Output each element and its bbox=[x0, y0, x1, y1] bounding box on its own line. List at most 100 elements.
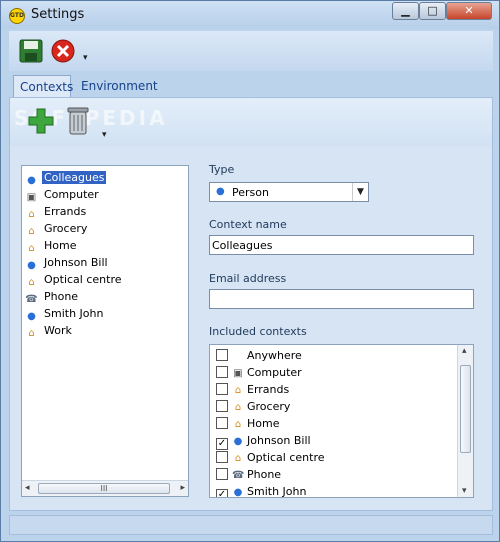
list-item[interactable]: ● Colleagues bbox=[25, 170, 107, 187]
list-item[interactable]: ● Smith John bbox=[25, 306, 105, 323]
title-bar[interactable]: GTD Settings ▁ □ ✕ bbox=[1, 1, 499, 29]
contexts-list[interactable]: ◂ III ▸ ● Colleagues ▣ Computer ⌂ Errands ⌂ Gro… bbox=[21, 165, 189, 497]
included-context-row[interactable]: Anywhere bbox=[216, 348, 302, 365]
place-icon: ⌂ bbox=[28, 277, 35, 288]
person-icon: ● bbox=[216, 186, 225, 197]
included-context-label: Home bbox=[247, 417, 280, 430]
included-context-row[interactable]: ✓ ● Smith John bbox=[216, 484, 307, 498]
horizontal-scrollbar[interactable]: ◂ III ▸ bbox=[22, 480, 188, 496]
status-bar bbox=[9, 515, 493, 535]
main-toolbar: ▾ bbox=[9, 31, 493, 71]
included-context-label: Errands bbox=[247, 383, 290, 396]
contexts-panel: SOFTPEDIA ▾ ◂ III ▸ ● Colleagues ▣ Compu… bbox=[9, 97, 493, 511]
included-context-row[interactable]: ⌂ Grocery bbox=[216, 399, 290, 416]
type-select[interactable]: ● Person ▼ bbox=[209, 182, 369, 202]
included-context-row[interactable]: ⌂ Home bbox=[216, 416, 279, 433]
checkbox[interactable] bbox=[216, 366, 228, 378]
included-context-row[interactable]: ⌂ Errands bbox=[216, 382, 289, 399]
add-context-button[interactable] bbox=[26, 106, 56, 136]
trash-icon bbox=[67, 107, 89, 135]
scroll-right-icon[interactable]: ▸ bbox=[180, 483, 185, 493]
place-icon: ⌂ bbox=[28, 226, 35, 237]
person-icon: ● bbox=[27, 311, 36, 322]
vertical-scrollbar[interactable]: ▴ ▾ bbox=[457, 345, 473, 497]
list-item[interactable]: ▣ Computer bbox=[25, 187, 101, 204]
list-item-label: Home bbox=[44, 239, 77, 252]
list-item-label: Optical centre bbox=[44, 273, 122, 286]
close-button[interactable]: ✕ bbox=[446, 2, 492, 20]
included-contexts-label: Included contexts bbox=[209, 325, 307, 338]
checkbox[interactable] bbox=[216, 400, 228, 412]
checkbox[interactable] bbox=[216, 451, 228, 463]
phone-icon: ☎ bbox=[232, 470, 245, 481]
type-select-value: Person bbox=[232, 186, 269, 199]
tab-strip: Contexts Environment bbox=[13, 75, 493, 98]
scroll-down-icon[interactable]: ▾ bbox=[462, 486, 467, 496]
list-item-label: Colleagues bbox=[42, 171, 107, 184]
list-item[interactable]: ⌂ Errands bbox=[25, 204, 88, 221]
person-icon: ● bbox=[27, 260, 36, 271]
place-icon: ⌂ bbox=[234, 402, 242, 413]
save-button[interactable] bbox=[17, 37, 45, 65]
list-item-label: Phone bbox=[44, 290, 79, 303]
included-context-label: Johnson Bill bbox=[247, 434, 311, 447]
tab-contexts[interactable]: Contexts bbox=[13, 75, 73, 98]
list-item-label: Errands bbox=[44, 205, 87, 218]
checkbox[interactable] bbox=[216, 349, 228, 361]
included-context-label: Optical centre bbox=[247, 451, 325, 464]
toolbar-overflow-icon[interactable]: ▾ bbox=[83, 53, 88, 63]
included-context-row[interactable]: ✓ ● Johnson Bill bbox=[216, 433, 311, 450]
app-logo-icon: GTD bbox=[9, 8, 25, 24]
email-label: Email address bbox=[209, 272, 287, 285]
plus-icon bbox=[28, 108, 54, 134]
checkbox[interactable]: ✓ bbox=[216, 489, 228, 497]
list-item[interactable]: ● Johnson Bill bbox=[25, 255, 110, 272]
cancel-icon bbox=[51, 39, 75, 63]
minimize-button[interactable]: ▁ bbox=[392, 2, 419, 20]
list-item-label: Grocery bbox=[44, 222, 88, 235]
included-context-row[interactable]: ⌂ Optical centre bbox=[216, 450, 325, 467]
scroll-up-icon[interactable]: ▴ bbox=[462, 346, 467, 356]
list-item[interactable]: ⌂ Optical centre bbox=[25, 272, 124, 289]
included-context-row[interactable]: ▣ Computer bbox=[216, 365, 302, 382]
checkbox[interactable]: ✓ bbox=[216, 438, 228, 450]
type-label: Type bbox=[209, 163, 235, 176]
chevron-down-icon[interactable]: ▼ bbox=[352, 183, 368, 201]
scroll-left-icon[interactable]: ◂ bbox=[25, 483, 30, 493]
scroll-thumb[interactable] bbox=[460, 365, 471, 453]
computer-icon: ▣ bbox=[233, 368, 243, 379]
checkbox[interactable] bbox=[216, 383, 228, 395]
included-context-label: Computer bbox=[247, 366, 302, 379]
list-item[interactable]: ☎ Phone bbox=[25, 289, 80, 306]
maximize-button[interactable]: □ bbox=[419, 2, 446, 20]
floppy-disk-icon bbox=[19, 39, 43, 63]
list-item[interactable]: ⌂ Home bbox=[25, 238, 78, 255]
contexts-toolbar-overflow-icon[interactable]: ▾ bbox=[102, 130, 107, 140]
list-item[interactable]: ⌂ Grocery bbox=[25, 221, 89, 238]
list-item[interactable]: ⌂ Work bbox=[25, 323, 74, 340]
place-icon: ⌂ bbox=[234, 385, 242, 396]
included-context-label: Smith John bbox=[247, 485, 307, 498]
checkbox[interactable] bbox=[216, 417, 228, 429]
list-item-label: Johnson Bill bbox=[44, 256, 108, 269]
included-context-row[interactable]: ☎ Phone bbox=[216, 467, 281, 484]
person-icon: ● bbox=[27, 175, 36, 186]
context-name-label: Context name bbox=[209, 218, 287, 231]
email-field[interactable] bbox=[209, 289, 474, 309]
place-icon: ⌂ bbox=[28, 243, 35, 254]
window-title: Settings bbox=[31, 7, 85, 22]
settings-window: GTD Settings ▁ □ ✕ ▾ Contexts Environmen… bbox=[0, 0, 500, 542]
tab-environment[interactable]: Environment bbox=[75, 75, 164, 98]
delete-context-button[interactable] bbox=[66, 104, 90, 136]
person-icon: ● bbox=[233, 436, 243, 447]
checkbox[interactable] bbox=[216, 468, 228, 480]
cancel-button[interactable] bbox=[49, 37, 77, 65]
place-icon: ⌂ bbox=[234, 419, 242, 430]
phone-icon: ☎ bbox=[25, 294, 38, 305]
included-context-label: Grocery bbox=[247, 400, 291, 413]
context-name-field[interactable]: Colleagues bbox=[209, 235, 474, 255]
list-item-label: Smith John bbox=[44, 307, 104, 320]
scroll-thumb[interactable]: III bbox=[38, 483, 170, 494]
place-icon: ⌂ bbox=[234, 453, 242, 464]
included-contexts-list[interactable]: ▴ ▾ Anywhere ▣ Computer ⌂ Errands ⌂ Grocery ⌂ Ho… bbox=[209, 344, 474, 498]
